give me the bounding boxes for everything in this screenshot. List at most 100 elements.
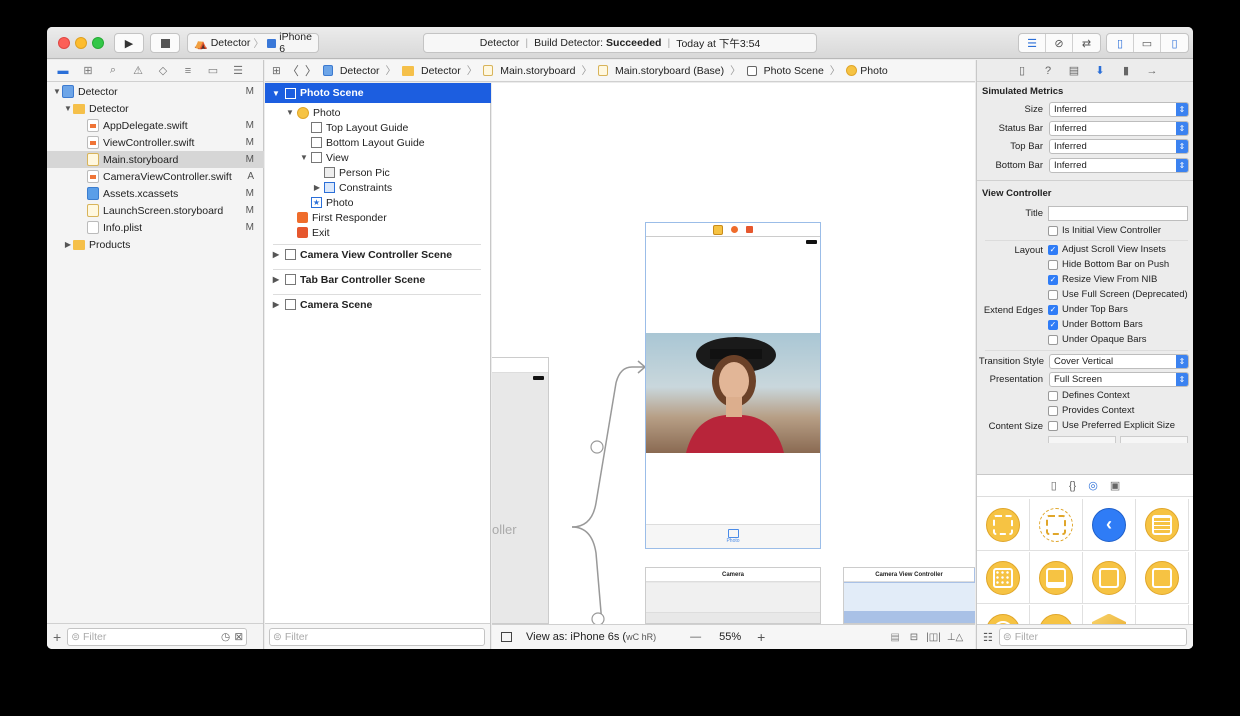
resolve-issues-icon[interactable]: ⊥△ — [947, 632, 963, 643]
tree-row-group-products[interactable]: ▶ Products — [47, 236, 264, 253]
symbol-navigator-icon[interactable]: ⊞ — [80, 63, 96, 79]
library-item-page-view-controller[interactable] — [1136, 552, 1189, 604]
tree-row-file-selected[interactable]: Main.storyboard M — [47, 151, 264, 168]
forward-icon[interactable]: 〉 — [305, 62, 317, 79]
provides-context-checkbox[interactable]: Provides Context — [1048, 405, 1134, 416]
standard-editor-icon[interactable]: ☰ — [1019, 34, 1046, 52]
zoom-in-button[interactable]: + — [757, 629, 765, 645]
outline-row-scene[interactable]: ▶ Camera Scene — [265, 297, 491, 312]
exit-icon[interactable] — [746, 226, 753, 233]
size-inspector-icon[interactable]: ▮ — [1119, 64, 1133, 77]
extend-edges-checkbox[interactable]: Under Opaque Bars — [1048, 334, 1147, 345]
library-item-tab-bar-controller[interactable] — [1030, 552, 1083, 604]
disclosure-open-icon[interactable]: ▼ — [52, 87, 62, 96]
back-icon[interactable]: 〈 — [287, 62, 299, 79]
quick-help-icon[interactable]: ? — [1041, 65, 1055, 77]
object-library-icon[interactable]: ◎ — [1088, 479, 1098, 492]
attributes-inspector-icon[interactable]: ⬇ — [1093, 64, 1107, 77]
library-item-table-view-controller[interactable] — [1136, 499, 1189, 551]
camera-scene[interactable]: Camera — [645, 567, 821, 624]
disclosure-closed-icon[interactable]: ▶ — [271, 275, 281, 284]
align-icon[interactable]: ⊟ — [910, 632, 918, 643]
version-editor-icon[interactable]: ⇄ — [1073, 34, 1100, 52]
disclosure-closed-icon[interactable]: ▶ — [312, 183, 322, 192]
test-navigator-icon[interactable]: ◇ — [155, 63, 171, 79]
status-bar-popup[interactable]: Inferred — [1049, 121, 1189, 136]
navigator-toggle-icon[interactable]: ▯ — [1107, 34, 1134, 52]
breadcrumb-item[interactable]: Main.storyboard — [483, 65, 576, 77]
list-view-icon[interactable]: ☷ — [983, 631, 993, 644]
code-snippet-icon[interactable]: {} — [1069, 480, 1076, 492]
tree-row-file[interactable]: CameraViewController.swift A — [47, 168, 264, 185]
disclosure-closed-icon[interactable]: ▶ — [63, 240, 73, 249]
scm-filter-icon[interactable]: ⊠ — [234, 631, 243, 643]
outline-filter-field[interactable]: ⊜ Filter — [269, 627, 485, 646]
add-icon[interactable]: + — [53, 629, 61, 645]
explicit-size-checkbox[interactable]: Use Preferred Explicit Size — [1048, 420, 1175, 431]
navigator-filter-field[interactable]: ⊜ Filter ◷ ⊠ — [67, 627, 248, 646]
report-navigator-icon[interactable]: ☰ — [230, 63, 246, 79]
identity-inspector-icon[interactable]: ▤ — [1067, 64, 1081, 77]
camera-view-controller-scene[interactable]: Camera View Controller — [843, 567, 975, 624]
debug-area-toggle-icon[interactable]: ▭ — [1134, 34, 1161, 52]
outline-row-photo-scene[interactable]: ▼ Photo Scene — [265, 83, 491, 103]
title-field[interactable] — [1048, 206, 1188, 221]
view-controller-icon[interactable] — [713, 224, 723, 235]
outline-row-constraints[interactable]: ▶ Constraints — [265, 180, 491, 195]
breadcrumb-item[interactable]: Main.storyboard (Base) — [598, 65, 724, 77]
tree-row-file[interactable]: Info.plist M — [47, 219, 264, 236]
library-item-navigation-controller[interactable]: ‹ — [1083, 499, 1136, 551]
extend-edges-checkbox[interactable]: ✓ Under Bottom Bars — [1048, 319, 1143, 330]
library-item-view-controller[interactable] — [977, 499, 1030, 551]
breadcrumb-item[interactable]: Photo Scene — [746, 65, 824, 77]
outline-row-exit[interactable]: Exit — [265, 225, 491, 240]
tab-bar-controller-scene[interactable]: oller — [492, 357, 549, 624]
photo-tab-icon[interactable] — [727, 529, 739, 538]
tree-row-file[interactable]: LaunchScreen.storyboard M — [47, 202, 264, 219]
storyboard-canvas[interactable]: oller Photo Camera Camera View Controlle… — [492, 83, 975, 624]
library-item-split-view-controller[interactable] — [1083, 552, 1136, 604]
size-popup[interactable]: Inferred — [1049, 102, 1189, 117]
stop-button[interactable] — [150, 33, 180, 53]
disclosure-open-icon[interactable]: ▼ — [285, 108, 295, 117]
content-width-field[interactable] — [1048, 436, 1116, 443]
layout-checkbox[interactable]: Use Full Screen (Deprecated) — [1048, 289, 1188, 300]
library-item-collection-view-controller[interactable] — [977, 552, 1030, 604]
photo-scene[interactable]: Photo — [645, 222, 821, 549]
person-pic[interactable] — [646, 333, 820, 453]
tree-row-file[interactable]: Assets.xcassets M — [47, 185, 264, 202]
media-library-icon[interactable]: ▣ — [1110, 479, 1120, 492]
tree-row-file[interactable]: AppDelegate.swift M — [47, 117, 264, 134]
top-bar-popup[interactable]: Inferred — [1049, 139, 1189, 154]
breadcrumb-item[interactable]: Detector — [322, 65, 380, 77]
outline-row-scene[interactable]: ▶ Camera View Controller Scene — [265, 247, 491, 262]
close-window-button[interactable] — [58, 37, 70, 49]
transition-style-popup[interactable]: Cover Vertical — [1049, 354, 1189, 369]
disclosure-open-icon[interactable]: ▼ — [299, 153, 309, 162]
initial-vc-checkbox[interactable]: Is Initial View Controller — [1048, 225, 1161, 236]
zoom-out-button[interactable]: — — [690, 631, 701, 643]
library-filter-field[interactable]: ⊜ Filter — [998, 628, 1187, 646]
outline-row-scene[interactable]: ▶ Tab Bar Controller Scene — [265, 272, 491, 287]
disclosure-closed-icon[interactable]: ▶ — [271, 300, 281, 309]
content-height-field[interactable] — [1120, 436, 1188, 443]
run-button[interactable]: ▶ — [114, 33, 144, 53]
find-navigator-icon[interactable]: ⌕ — [105, 63, 121, 79]
outline-row-bottom-layout-guide[interactable]: Bottom Layout Guide — [265, 135, 491, 150]
layout-checkbox[interactable]: Hide Bottom Bar on Push — [1048, 259, 1169, 270]
embed-in-stack-icon[interactable]: ▤ — [890, 632, 899, 643]
recent-files-icon[interactable]: ◷ — [221, 631, 230, 643]
tree-row-file[interactable]: ViewController.swift M — [47, 134, 264, 151]
zoom-window-button[interactable] — [92, 37, 104, 49]
assistant-editor-icon[interactable]: ⊘ — [1046, 34, 1073, 52]
issue-navigator-icon[interactable]: ⚠ — [130, 63, 146, 79]
view-as-label[interactable]: View as: iPhone 6s ( — [526, 631, 626, 643]
disclosure-open-icon[interactable]: ▼ — [271, 89, 281, 98]
editor-mode-control[interactable]: ☰ ⊘ ⇄ — [1018, 33, 1101, 53]
extend-edges-checkbox[interactable]: ✓ Under Top Bars — [1048, 304, 1128, 315]
utilities-toggle-icon[interactable]: ▯ — [1161, 34, 1188, 52]
outline-row-first-responder[interactable]: First Responder — [265, 210, 491, 225]
tree-row-project[interactable]: ▼ Detector M — [47, 83, 264, 100]
panel-toggle-control[interactable]: ▯ ▭ ▯ — [1106, 33, 1189, 53]
tree-row-group-detector[interactable]: ▼ Detector — [47, 100, 264, 117]
